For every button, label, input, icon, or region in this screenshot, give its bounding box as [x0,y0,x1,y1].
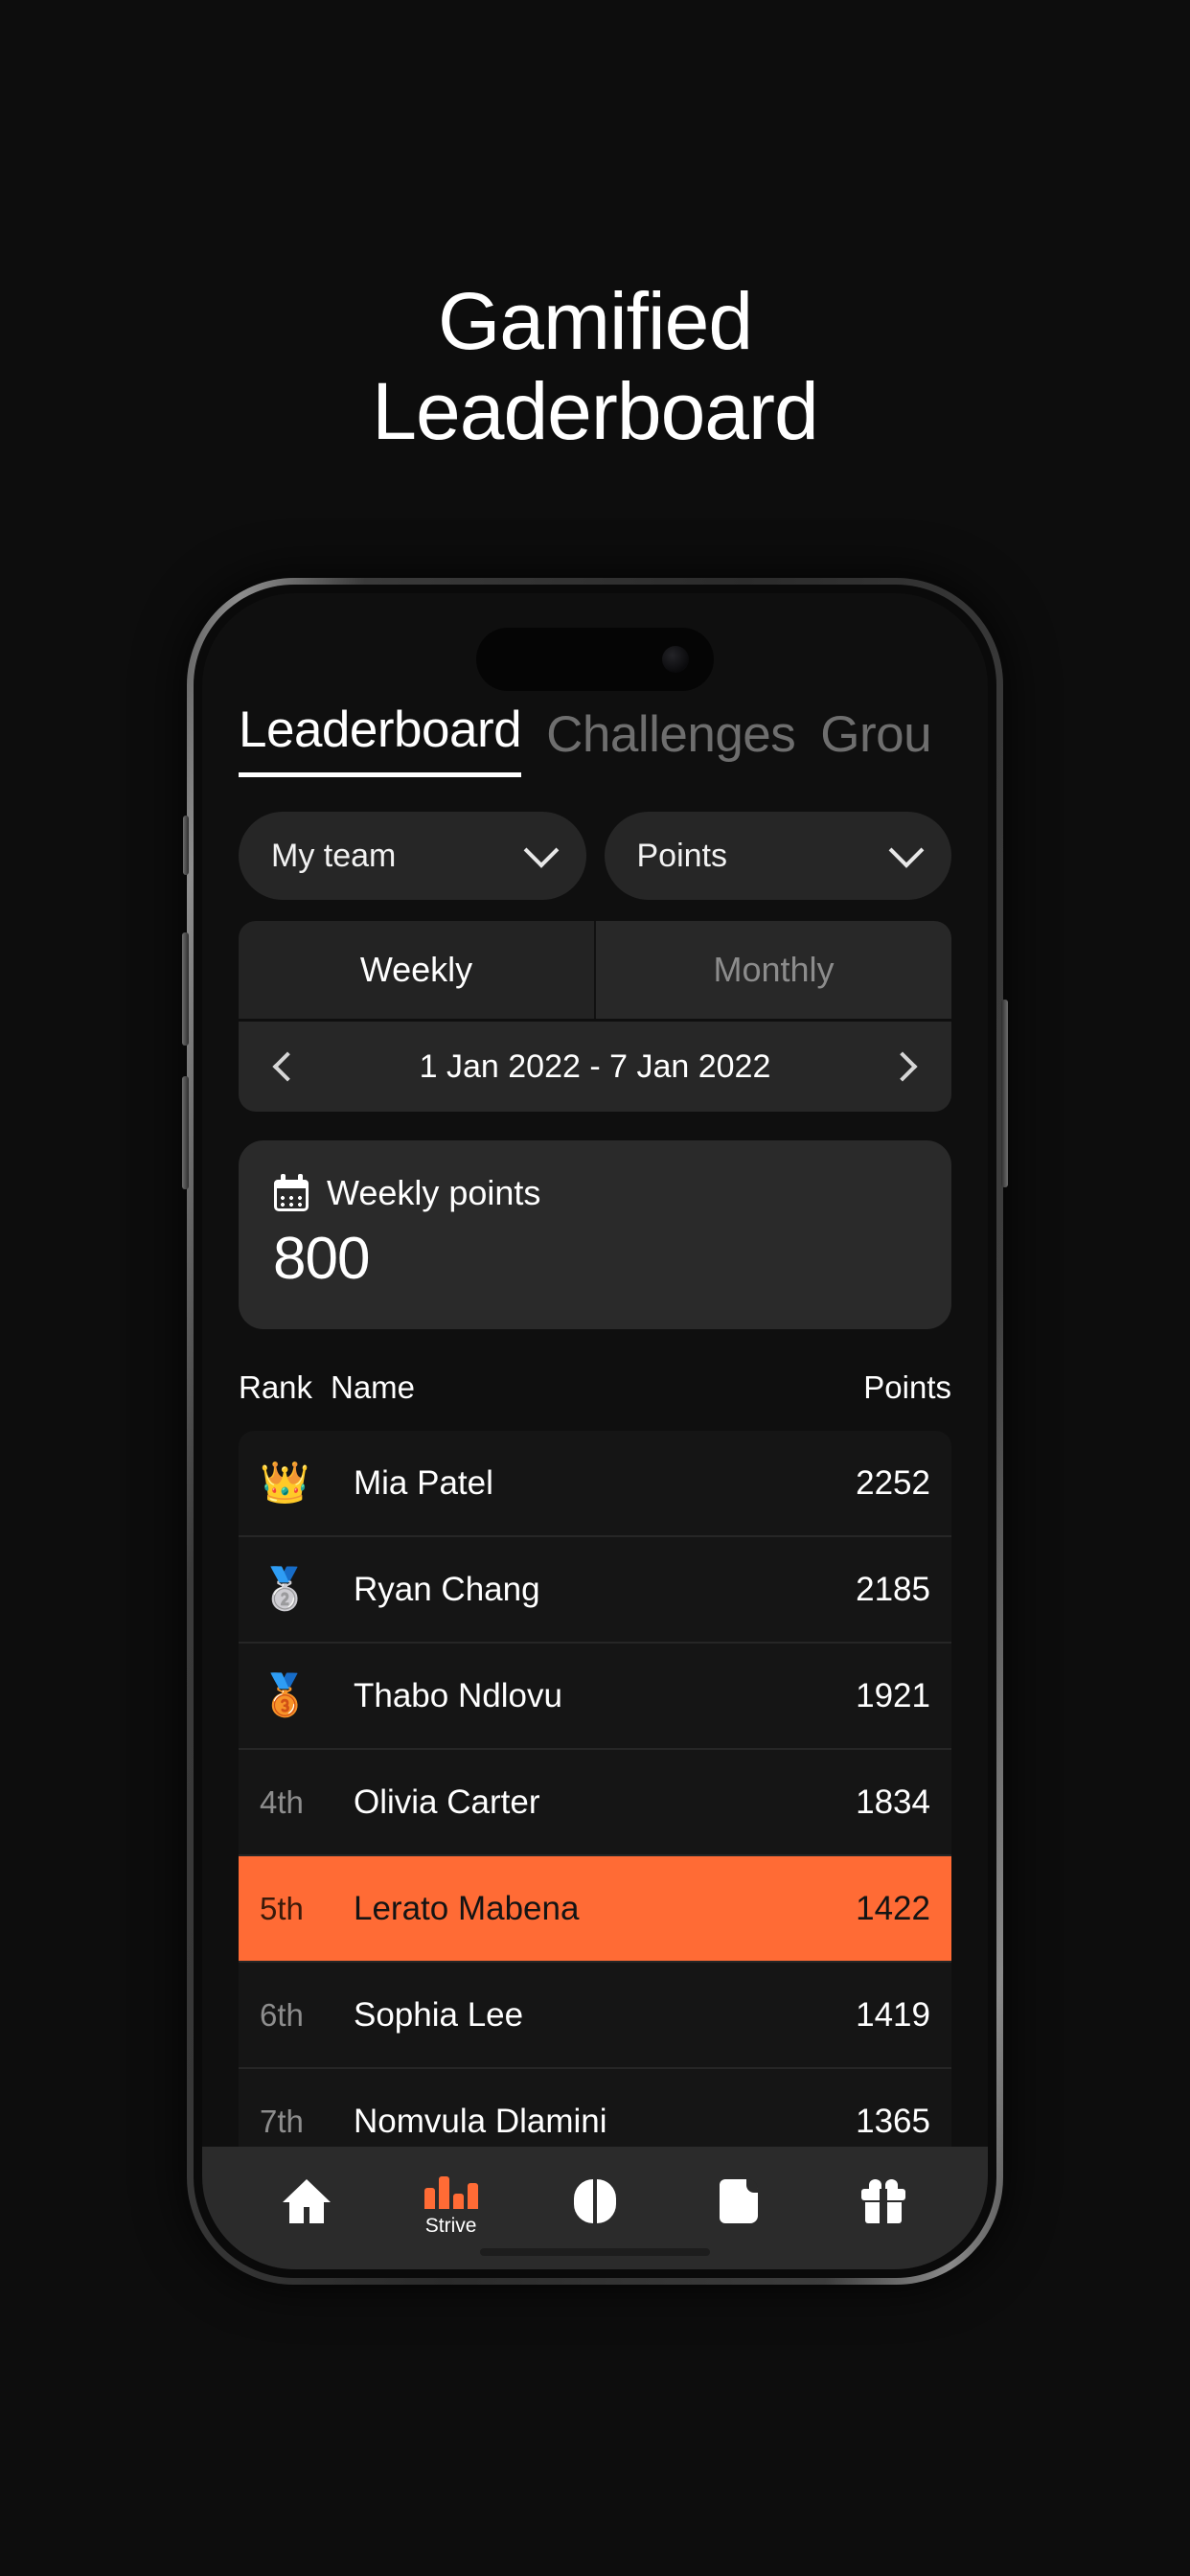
phone-screen: Leaderboard Challenges Grou My team Poin… [202,593,988,2269]
date-range-label: 1 Jan 2022 - 7 Jan 2022 [419,1047,771,1085]
chevron-down-icon [888,832,925,868]
tab-leaderboard[interactable]: Leaderboard [239,701,522,777]
date-range-navigator: 1 Jan 2022 - 7 Jan 2022 [239,1022,951,1112]
row-points: 1834 [856,1782,930,1821]
page-title-line-1: Gamified [437,276,753,366]
row-name: Olivia Carter [354,1782,540,1821]
nav-item-strive[interactable]: Strive [396,2165,507,2238]
sort-filter-dropdown[interactable]: Points [604,812,951,900]
medal-icon: 🥉 [260,1672,310,1717]
leaderboard-table-body: 👑 Mia Patel 2252 🥈 Ryan Chang 2185 🥉 Thabo Ndlo… [239,1431,951,2269]
row-rank: 👑 [260,1462,352,1504]
leaderboard-table-header: Rank Name Points [202,1329,988,1431]
row-points: 2185 [856,1570,930,1608]
team-filter-dropdown[interactable]: My team [239,812,586,900]
volume-down-button[interactable] [182,1076,189,1189]
power-button[interactable] [1001,1000,1008,1187]
bar-chart-icon [423,2165,478,2209]
silence-switch[interactable] [183,816,189,875]
table-row[interactable]: 5th Lerato Mabena 1422 [239,1856,951,1963]
row-points: 1422 [856,1889,930,1927]
row-name: Lerato Mabena [354,1889,580,1927]
nav-item-learn[interactable] [683,2179,794,2223]
nav-item-home[interactable] [251,2179,362,2223]
nav-label-strive: Strive [424,2215,477,2237]
team-filter-label: My team [271,837,397,874]
table-row[interactable]: 🥈 Ryan Chang 2185 [239,1537,951,1644]
chevron-right-icon[interactable] [887,1051,918,1082]
phone-bezel: Leaderboard Challenges Grou My team Poin… [194,585,996,2278]
filter-row: My team Points [202,783,988,900]
table-row[interactable]: 👑 Mia Patel 2252 [239,1431,951,1537]
column-header-rank: Rank [239,1369,313,1405]
nav-item-rewards[interactable] [828,2179,939,2223]
page-title-line-2: Leaderboard [372,366,818,457]
row-rank: 5th [260,1890,304,1926]
row-points: 2252 [856,1463,930,1502]
period-tab-monthly[interactable]: Monthly [594,921,951,1019]
column-header-points: Points [863,1369,951,1405]
phone-frame: Leaderboard Challenges Grou My team Poin… [182,578,1008,2285]
book-icon [720,2179,759,2223]
gift-icon [860,2179,905,2223]
period-segmented-control: Weekly Monthly [239,921,951,1019]
row-name: Nomvula Dlamini [354,2102,607,2140]
table-row[interactable]: 6th Sophia Lee 1419 [239,1963,951,2069]
medal-icon: 🥈 [260,1566,310,1611]
front-camera-icon [662,646,689,673]
row-points: 1365 [856,2102,930,2140]
tab-groups[interactable]: Grou [820,705,931,777]
row-points: 1921 [856,1676,930,1714]
dynamic-island [476,628,714,691]
tab-challenges[interactable]: Challenges [546,705,796,777]
row-name: Thabo Ndlovu [354,1676,562,1714]
row-rank: 4th [260,1783,304,1820]
medal-icon: 👑 [260,1460,310,1505]
row-points: 1419 [856,1995,930,2034]
home-icon [283,2179,332,2223]
row-rank: 🥉 [260,1675,352,1716]
period-tab-weekly[interactable]: Weekly [239,921,594,1019]
weekly-points-value: 800 [273,1226,370,1292]
weekly-points-card: Weekly points 800 [239,1140,951,1329]
calendar-icon [273,1174,311,1212]
column-header-name: Name [331,1369,416,1405]
table-row[interactable]: 4th Olivia Carter 1834 [239,1750,951,1856]
table-row[interactable]: 🥉 Thabo Ndlovu 1921 [239,1644,951,1750]
volume-up-button[interactable] [182,932,189,1046]
sort-filter-label: Points [636,837,728,874]
chevron-left-icon[interactable] [272,1051,303,1082]
row-name: Ryan Chang [354,1570,540,1608]
home-indicator [480,2248,710,2256]
row-name: Sophia Lee [354,1995,524,2034]
brain-icon [573,2179,616,2223]
row-rank: 🥈 [260,1569,352,1610]
weekly-points-label: Weekly points [327,1173,541,1212]
page-title: Gamified Leaderboard [0,276,1190,456]
chevron-down-icon [523,832,559,868]
row-name: Mia Patel [354,1463,493,1502]
nav-item-mind[interactable] [539,2179,651,2223]
weekly-points-header: Weekly points [273,1173,917,1213]
app-container: Leaderboard Challenges Grou My team Poin… [202,593,988,2269]
row-rank: 7th [260,2103,304,2139]
row-rank: 6th [260,1996,304,2033]
tab-bar: Leaderboard Challenges Grou [202,701,988,777]
